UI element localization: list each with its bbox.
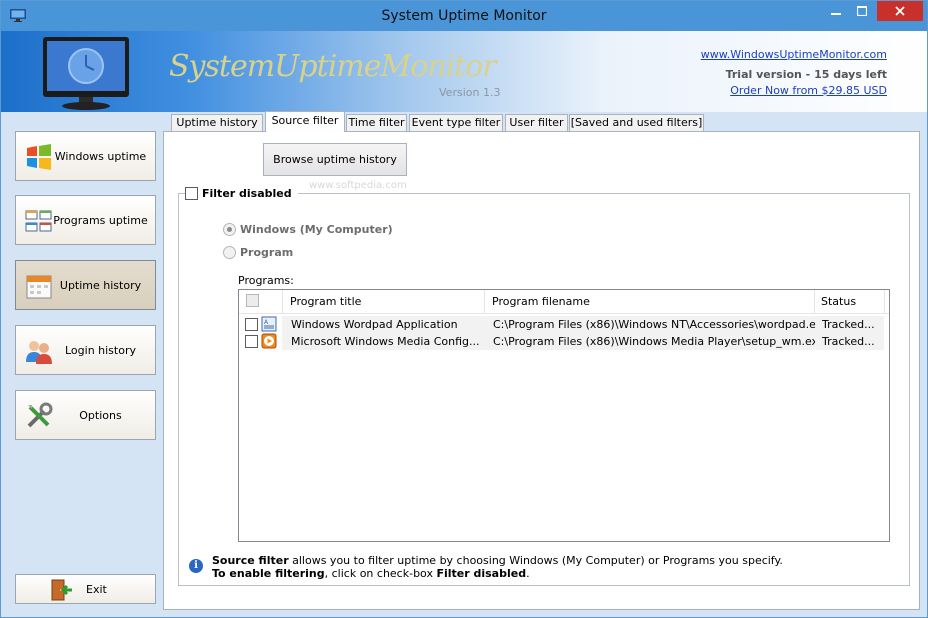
watermark: www.softpedia.com — [309, 180, 407, 191]
tab-user-filter[interactable]: User filter — [505, 114, 568, 132]
filter-disabled-label: Filter disabled — [202, 187, 292, 200]
tab-source-filter[interactable]: Source filter — [265, 111, 345, 132]
column-program-filename[interactable]: Program filename — [486, 290, 815, 314]
trial-status: Trial version - 15 days left — [725, 68, 887, 81]
info-icon: i — [189, 559, 203, 573]
browse-uptime-history-button[interactable]: Browse uptime history — [263, 143, 407, 176]
info-enable-bold: To enable filtering — [212, 567, 325, 580]
nav-login-history-button[interactable]: Login history — [15, 325, 156, 375]
maximize-icon — [857, 6, 867, 16]
exit-label: Exit — [86, 583, 107, 596]
tab-saved-filters[interactable]: [Saved and used filters] — [569, 114, 704, 132]
tab-event-type-filter[interactable]: Event type filter — [409, 114, 503, 132]
programs-list[interactable]: Program title Program filename Status A … — [238, 289, 890, 542]
radio-windows-label: Windows (My Computer) — [240, 223, 393, 236]
radio-program[interactable] — [223, 246, 236, 259]
filter-disabled-row[interactable]: Filter disabled — [185, 186, 298, 201]
header-banner: SystemUptimeMonitor Version 1.3 www.Wind… — [1, 31, 927, 112]
programs-label: Programs: — [238, 274, 294, 287]
exit-button[interactable]: Exit — [15, 574, 156, 604]
radio-windows[interactable] — [223, 223, 236, 236]
nav-windows-uptime-label: Windows uptime — [54, 150, 147, 163]
exit-door-icon — [51, 579, 72, 601]
close-button[interactable] — [877, 1, 923, 21]
row-title: Windows Wordpad Application — [291, 318, 458, 331]
row-checkbox[interactable] — [245, 318, 258, 331]
window-title: System Uptime Monitor — [381, 8, 547, 24]
app-window: System Uptime Monitor SystemUptimeMonito… — [0, 0, 928, 618]
monitor-clock-icon — [43, 37, 129, 110]
radio-program-row[interactable]: Program — [223, 246, 293, 259]
minimize-icon — [831, 13, 841, 15]
close-icon — [895, 6, 905, 16]
radio-windows-row[interactable]: Windows (My Computer) — [223, 223, 393, 236]
row-checkbox[interactable] — [245, 335, 258, 348]
info-line-2-mid: , click on check-box — [324, 567, 437, 580]
info-line-1: Source filter allows you to filter uptim… — [212, 554, 783, 567]
select-all-column[interactable] — [239, 290, 283, 314]
minimize-button[interactable] — [823, 1, 849, 21]
wordpad-icon: A — [261, 316, 277, 332]
nav-options-button[interactable]: Options — [15, 390, 156, 440]
info-line-1-text: allows you to filter uptime by choosing … — [288, 554, 783, 567]
info-source-filter-bold: Source filter — [212, 554, 289, 567]
tab-uptime-history[interactable]: Uptime history — [171, 114, 263, 132]
tab-time-filter[interactable]: Time filter — [346, 114, 407, 132]
nav-programs-uptime-label: Programs uptime — [53, 214, 148, 227]
nav-windows-uptime-button[interactable]: Windows uptime — [15, 131, 156, 181]
select-all-checkbox[interactable] — [246, 294, 259, 307]
info-line-2-end: . — [526, 567, 530, 580]
table-row[interactable]: A Windows Wordpad Application C:\Program… — [239, 316, 889, 333]
row-filename: C:\Program Files (x86)\Windows NT\Access… — [493, 318, 815, 331]
row-status: Tracked... — [822, 318, 875, 331]
nav-options-label: Options — [79, 409, 122, 422]
maximize-button[interactable] — [849, 1, 875, 21]
row-title: Microsoft Windows Media Config... — [291, 335, 480, 348]
order-link[interactable]: Order Now from $29.85 USD — [730, 84, 887, 97]
column-status[interactable]: Status — [815, 290, 885, 314]
nav-programs-uptime-button[interactable]: Programs uptime — [15, 195, 156, 245]
list-header: Program title Program filename Status — [239, 290, 889, 314]
title-bar: System Uptime Monitor — [1, 1, 927, 31]
info-filter-disabled-bold: Filter disabled — [436, 567, 527, 580]
row-status: Tracked... — [822, 335, 875, 348]
info-line-2: To enable filtering, click on check-box … — [212, 567, 530, 580]
filter-disabled-checkbox[interactable] — [185, 187, 198, 200]
row-filename: C:\Program Files (x86)\Windows Media Pla… — [493, 335, 815, 348]
table-row[interactable]: Microsoft Windows Media Config... C:\Pro… — [239, 333, 889, 350]
column-program-title[interactable]: Program title — [284, 290, 485, 314]
website-link[interactable]: www.WindowsUptimeMonitor.com — [701, 48, 887, 61]
app-logo: SystemUptimeMonitor — [169, 49, 497, 84]
nav-uptime-history-label: Uptime history — [59, 279, 142, 292]
version-label: Version 1.3 — [439, 86, 501, 99]
nav-uptime-history-button[interactable]: Uptime history — [15, 260, 156, 310]
media-player-icon — [261, 333, 277, 349]
nav-login-history-label: Login history — [64, 344, 136, 357]
radio-program-label: Program — [240, 246, 294, 259]
